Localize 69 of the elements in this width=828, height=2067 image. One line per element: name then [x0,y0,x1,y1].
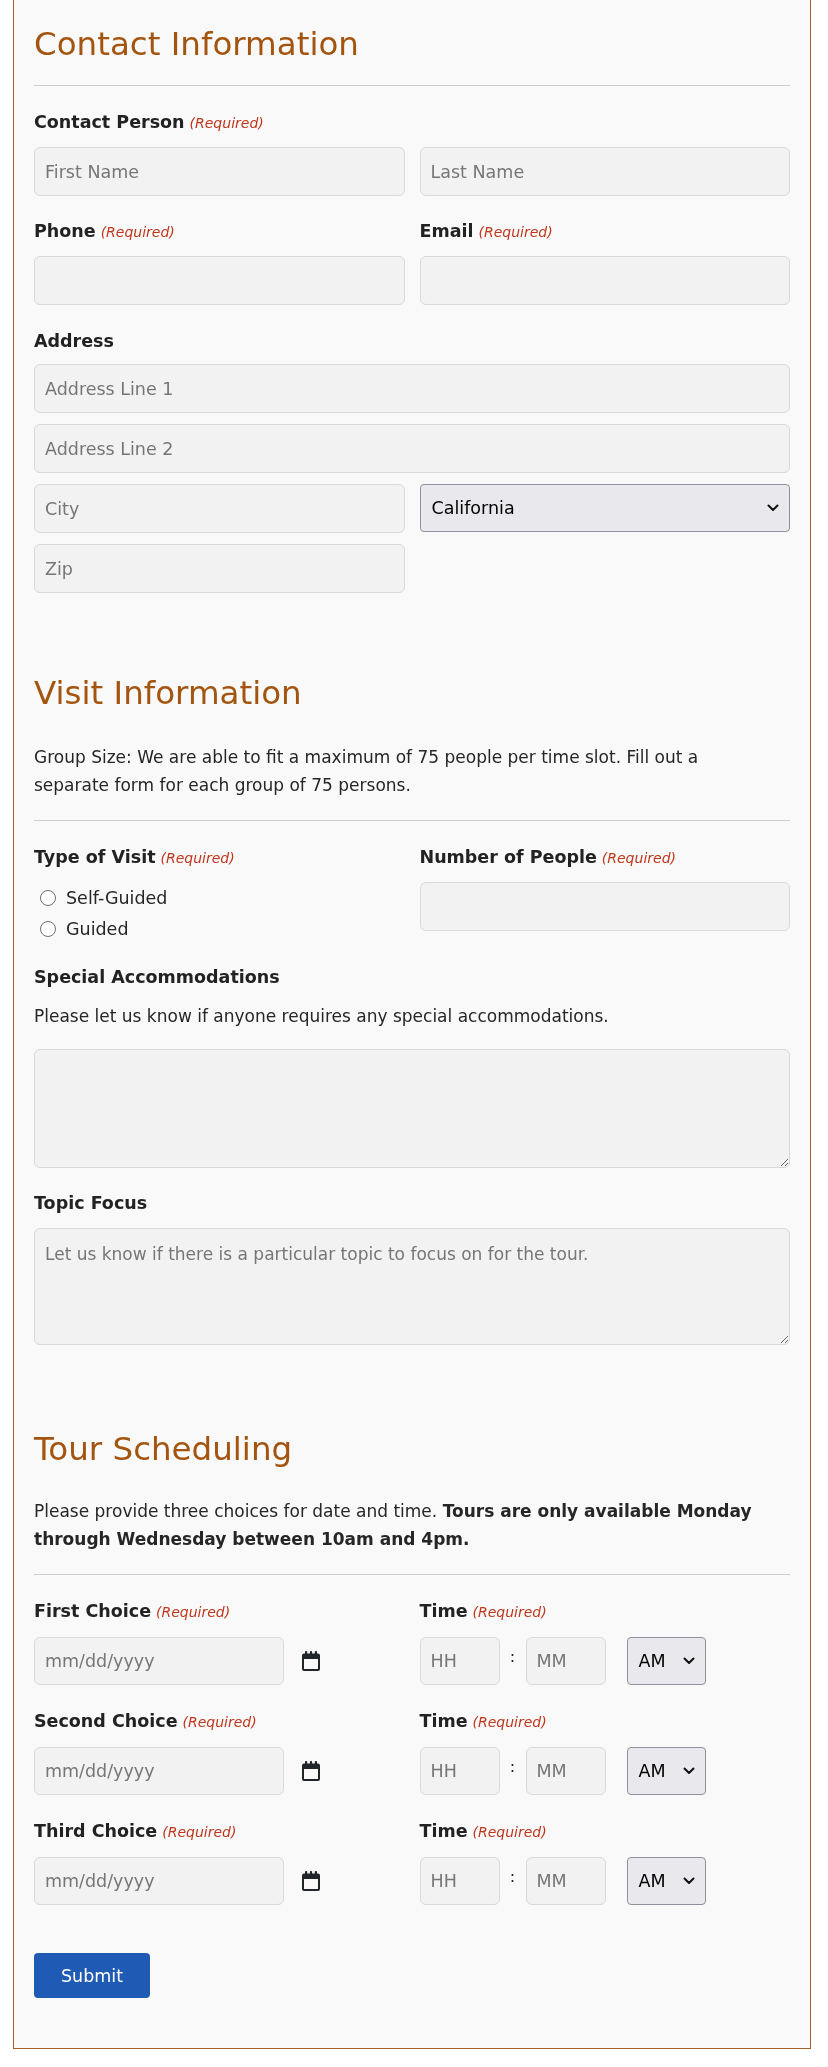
field-label: Time [419,1710,468,1733]
radio-label[interactable]: Self-Guided [66,888,168,908]
radio-label[interactable]: Guided [66,919,129,939]
submit-button[interactable]: Submit [34,1953,150,1998]
address-line-field[interactable]: Address Line 1 [34,364,790,413]
field-label: Topic Focus [34,1192,148,1215]
field-label: First Choice [34,1600,152,1623]
hour-field[interactable]: HH [419,1747,500,1795]
required-marker: (Required) [160,849,235,868]
calendar-icon[interactable] [300,1760,322,1782]
date-field[interactable]: mm/dd/yyyy [34,1857,284,1905]
chevron-down-icon [682,1657,695,1665]
period-select[interactable]: AM [626,1857,706,1905]
required-marker: (Required) [156,1603,231,1622]
group-size-note: Group Size: We are able to fit a maximum of 75 people per time slot. Fill out a separate form for each group of 75 persons. [34,746,700,797]
date-field[interactable]: mm/dd/yyyy [34,1747,284,1795]
required-marker: (Required) [100,223,175,242]
chevron-down-icon [767,504,779,512]
field-label: Number of People [419,846,597,869]
section-heading: Visit Information [34,673,303,713]
field-label: Special Accommodations [34,966,280,989]
last-name-field[interactable]: Last Name [419,147,790,196]
field-label: Time [419,1820,468,1843]
date-field[interactable]: mm/dd/yyyy [34,1637,284,1685]
hour-field[interactable]: HH [419,1637,500,1685]
minute-field[interactable]: MM [525,1857,606,1905]
calendar-icon[interactable] [300,1650,322,1672]
state-select[interactable]: California [419,484,790,532]
field-label: Contact Person [34,111,185,134]
first-name-field[interactable]: First Name [34,147,405,196]
field-label: Third Choice [34,1820,158,1843]
required-marker: (Required) [182,1713,257,1732]
period-select[interactable]: AM [626,1747,706,1795]
topic-textarea[interactable]: Let us know if there is a particular topic to focus on for the tour. [34,1228,790,1345]
city-field[interactable]: City [34,484,405,533]
phone-field[interactable] [34,256,405,305]
required-marker: (Required) [478,223,553,242]
field-label: Type of Visit [34,846,156,869]
email-field[interactable] [419,256,790,305]
field-label: Address [34,330,114,353]
chevron-down-icon [682,1877,695,1885]
field-label: Time [419,1600,468,1623]
address-line-field[interactable]: Address Line 2 [34,424,790,473]
section-heading: Contact Information [34,24,360,64]
required-marker: (Required) [472,1713,547,1732]
number-field[interactable] [419,882,790,931]
required-marker: (Required) [472,1823,547,1842]
minute-field[interactable]: MM [525,1637,606,1685]
time-separator: : [508,1867,517,1887]
time-separator: : [508,1757,517,1777]
radio-button[interactable] [40,890,56,906]
section-heading: Tour Scheduling [34,1429,294,1469]
minute-field[interactable]: MM [525,1747,606,1795]
scheduling-note: Please provide three choices for date and time. Tours are only available Monday through Wednesday between 10am and 4pm. [34,1500,753,1551]
radio-button[interactable] [40,921,56,937]
help-text: Please let us know if anyone requires any special accommodations. [34,1005,610,1028]
period-select[interactable]: AM [626,1637,706,1685]
field-label: Email [419,220,474,243]
chevron-down-icon [682,1767,695,1775]
required-marker: (Required) [189,114,264,133]
field-label: Second Choice [34,1710,178,1733]
calendar-icon[interactable] [300,1870,322,1892]
required-marker: (Required) [472,1603,547,1622]
field-label: Phone [34,220,96,243]
time-separator: : [508,1647,517,1667]
required-marker: (Required) [162,1823,237,1842]
zip-field[interactable]: Zip [34,544,405,593]
hour-field[interactable]: HH [419,1857,500,1905]
required-marker: (Required) [601,849,676,868]
